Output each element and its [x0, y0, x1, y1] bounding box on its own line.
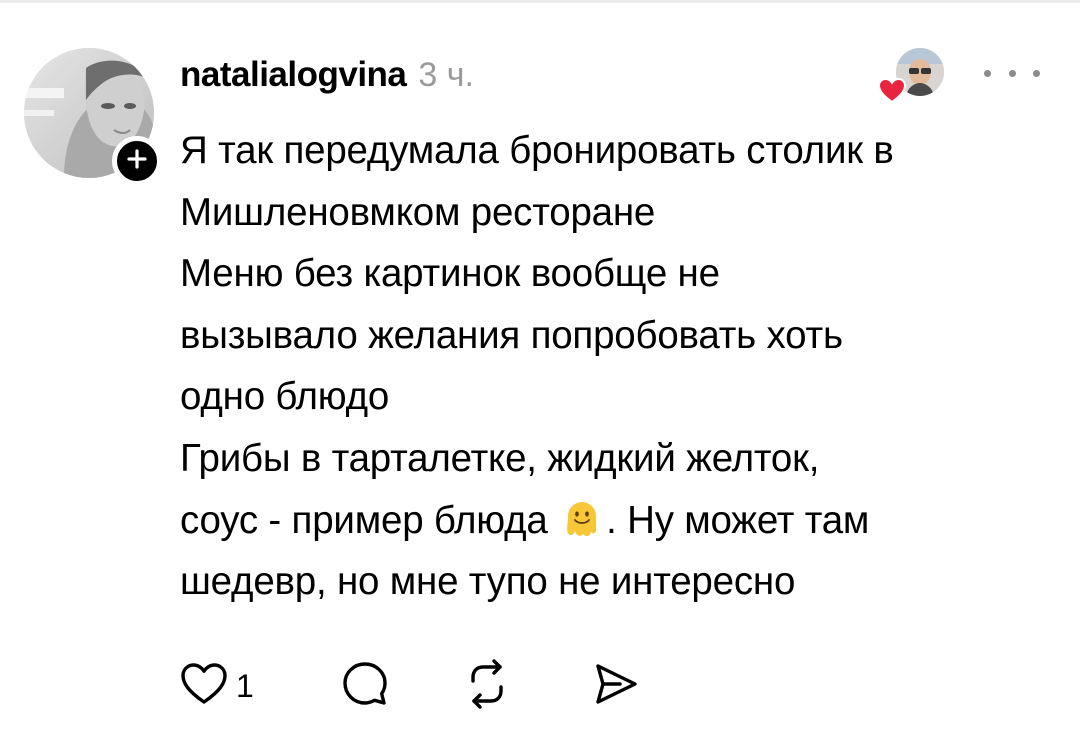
speech-bubble-icon: [340, 659, 390, 714]
comment-line: Я так передумала бронировать столик в: [180, 129, 894, 172]
username[interactable]: natalialogvina: [180, 55, 407, 95]
share-button[interactable]: [590, 658, 640, 714]
timestamp: 3 ч.: [418, 55, 474, 94]
send-icon: [590, 659, 640, 714]
melting-face-emoji: [562, 496, 602, 536]
comment-line-with-emoji: соус - пример блюда . Ну может там: [180, 490, 1060, 552]
reply-button[interactable]: [340, 658, 390, 714]
comment-line: одно блюдо: [180, 375, 390, 419]
repost-icon: [462, 658, 512, 714]
comment-line: Меню без картинок вообще не: [180, 252, 720, 296]
liked-heart-icon: [877, 77, 907, 104]
comment-line: шедевр, но мне тупо не интересно: [180, 560, 796, 604]
comment-line: Мишленовмком ресторане: [180, 190, 656, 234]
follow-button[interactable]: [112, 136, 162, 186]
more-dots-icon: [1008, 69, 1016, 77]
more-options-button[interactable]: [984, 58, 1040, 88]
top-divider: [0, 0, 1080, 3]
more-dots-icon: [1033, 69, 1040, 77]
comment-line: вызывало желания попробовать хоть: [180, 313, 843, 357]
heart-outline-icon: [180, 662, 228, 711]
comment-line: Грибы в тарталетке, жидкий желток,: [180, 436, 820, 480]
comment-line-part: . Ну может там: [606, 498, 870, 542]
like-count: 1: [236, 667, 254, 704]
comment-line-part: соус - пример блюда: [180, 498, 548, 542]
repost-button[interactable]: [462, 658, 512, 714]
comment-text: Я так передумала бронировать столик в Ми…: [180, 120, 1060, 613]
plus-icon: [126, 148, 148, 175]
like-button[interactable]: 1: [180, 658, 254, 714]
comment-header: natalialogvina 3 ч.: [180, 52, 474, 98]
more-dots-icon: [984, 69, 991, 77]
